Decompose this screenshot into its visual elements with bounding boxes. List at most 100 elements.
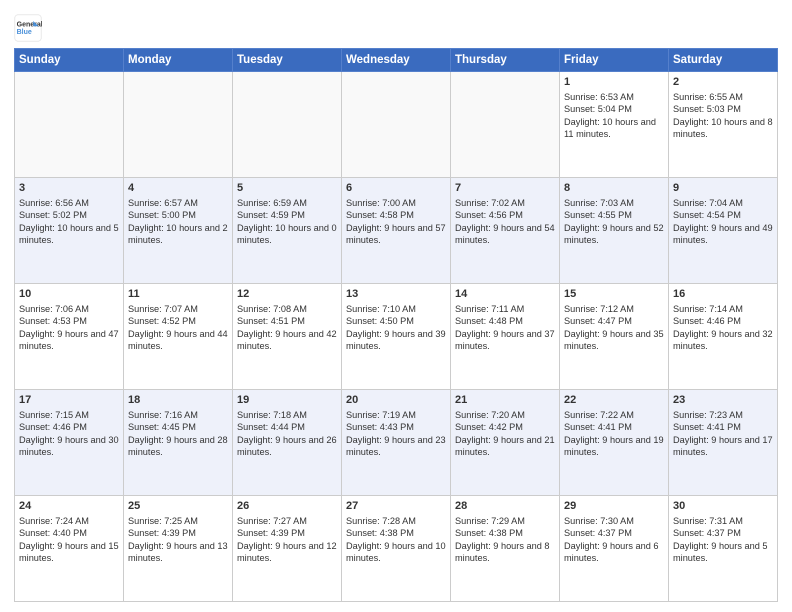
calendar-cell: 2 Sunrise: 6:55 AM Sunset: 5:03 PM Daylig… <box>669 72 778 178</box>
calendar-cell: 26 Sunrise: 7:27 AM Sunset: 4:39 PM Dayli… <box>233 496 342 602</box>
day-header-saturday: Saturday <box>669 49 778 72</box>
calendar-cell: 23 Sunrise: 7:23 AM Sunset: 4:41 PM Dayli… <box>669 390 778 496</box>
calendar-cell: 16 Sunrise: 7:14 AM Sunset: 4:46 PM Dayli… <box>669 284 778 390</box>
day-info: Sunrise: 7:00 AM Sunset: 4:58 PM Dayligh… <box>346 198 446 245</box>
calendar-cell: 4Sunrise: 6:57 AM Sunset: 5:00 PM Daylig… <box>124 178 233 284</box>
calendar-week-3: 10 Sunrise: 7:06 AM Sunset: 4:53 PM Dayli… <box>15 284 778 390</box>
calendar-table: SundayMondayTuesdayWednesdayThursdayFrid… <box>14 48 778 602</box>
day-header-tuesday: Tuesday <box>233 49 342 72</box>
svg-text:Blue: Blue <box>17 29 32 36</box>
calendar-header-row: SundayMondayTuesdayWednesdayThursdayFrid… <box>15 49 778 72</box>
day-number: 6 <box>346 181 446 196</box>
calendar-cell: 19Sunrise: 7:18 AM Sunset: 4:44 PM Dayli… <box>233 390 342 496</box>
day-info: Sunrise: 7:23 AM Sunset: 4:41 PM Dayligh… <box>673 410 773 457</box>
day-number: 16 <box>673 287 773 302</box>
calendar-cell: 11 Sunrise: 7:07 AM Sunset: 4:52 PM Dayli… <box>124 284 233 390</box>
calendar-cell: 9Sunrise: 7:04 AM Sunset: 4:54 PM Daylig… <box>669 178 778 284</box>
day-number: 8 <box>564 181 664 196</box>
day-number: 4 <box>128 181 228 196</box>
day-info: Sunrise: 7:15 AM Sunset: 4:46 PM Dayligh… <box>19 410 119 457</box>
day-info: Sunrise: 7:19 AM Sunset: 4:43 PM Dayligh… <box>346 410 446 457</box>
day-number: 5 <box>237 181 337 196</box>
calendar-cell <box>342 72 451 178</box>
day-info: Sunrise: 7:14 AM Sunset: 4:46 PM Dayligh… <box>673 304 773 351</box>
calendar-cell: 21Sunrise: 7:20 AM Sunset: 4:42 PM Dayli… <box>451 390 560 496</box>
day-info: Sunrise: 7:06 AM Sunset: 4:53 PM Dayligh… <box>19 304 119 351</box>
day-info: Sunrise: 7:11 AM Sunset: 4:48 PM Dayligh… <box>455 304 555 351</box>
day-info: Sunrise: 6:55 AM Sunset: 5:03 PM Dayligh… <box>673 92 773 139</box>
calendar-cell: 7 Sunrise: 7:02 AM Sunset: 4:56 PM Daylig… <box>451 178 560 284</box>
day-info: Sunrise: 7:03 AM Sunset: 4:55 PM Dayligh… <box>564 198 664 245</box>
calendar-cell: 25Sunrise: 7:25 AM Sunset: 4:39 PM Dayli… <box>124 496 233 602</box>
calendar-cell: 30Sunrise: 7:31 AM Sunset: 4:37 PM Dayli… <box>669 496 778 602</box>
day-number: 15 <box>564 287 664 302</box>
day-info: Sunrise: 6:59 AM Sunset: 4:59 PM Dayligh… <box>237 198 337 245</box>
calendar-cell: 10 Sunrise: 7:06 AM Sunset: 4:53 PM Dayli… <box>15 284 124 390</box>
logo: General Blue <box>14 14 46 42</box>
calendar-cell: 20 Sunrise: 7:19 AM Sunset: 4:43 PM Dayli… <box>342 390 451 496</box>
day-number: 2 <box>673 75 773 90</box>
calendar-cell: 29 Sunrise: 7:30 AM Sunset: 4:37 PM Dayli… <box>560 496 669 602</box>
day-info: Sunrise: 7:24 AM Sunset: 4:40 PM Dayligh… <box>19 516 119 563</box>
day-info: Sunrise: 7:02 AM Sunset: 4:56 PM Dayligh… <box>455 198 555 245</box>
day-header-thursday: Thursday <box>451 49 560 72</box>
day-info: Sunrise: 7:16 AM Sunset: 4:45 PM Dayligh… <box>128 410 228 457</box>
day-info: Sunrise: 7:10 AM Sunset: 4:50 PM Dayligh… <box>346 304 446 351</box>
day-number: 13 <box>346 287 446 302</box>
calendar-cell: 22Sunrise: 7:22 AM Sunset: 4:41 PM Dayli… <box>560 390 669 496</box>
calendar-cell <box>15 72 124 178</box>
day-info: Sunrise: 6:53 AM Sunset: 5:04 PM Dayligh… <box>564 92 656 139</box>
calendar-cell: 27 Sunrise: 7:28 AM Sunset: 4:38 PM Dayli… <box>342 496 451 602</box>
day-number: 9 <box>673 181 773 196</box>
day-info: Sunrise: 7:29 AM Sunset: 4:38 PM Dayligh… <box>455 516 550 563</box>
svg-text:General: General <box>17 21 42 28</box>
day-number: 10 <box>19 287 119 302</box>
calendar-week-5: 24 Sunrise: 7:24 AM Sunset: 4:40 PM Dayli… <box>15 496 778 602</box>
day-header-friday: Friday <box>560 49 669 72</box>
calendar-cell: 18 Sunrise: 7:16 AM Sunset: 4:45 PM Dayli… <box>124 390 233 496</box>
day-number: 3 <box>19 181 119 196</box>
page: General Blue SundayMondayTuesdayWednesda… <box>0 0 792 612</box>
day-number: 22 <box>564 393 664 408</box>
day-number: 18 <box>128 393 228 408</box>
day-number: 11 <box>128 287 228 302</box>
day-number: 29 <box>564 499 664 514</box>
day-header-sunday: Sunday <box>15 49 124 72</box>
day-info: Sunrise: 7:27 AM Sunset: 4:39 PM Dayligh… <box>237 516 337 563</box>
day-info: Sunrise: 7:30 AM Sunset: 4:37 PM Dayligh… <box>564 516 659 563</box>
calendar-cell: 17Sunrise: 7:15 AM Sunset: 4:46 PM Dayli… <box>15 390 124 496</box>
calendar-cell: 28 Sunrise: 7:29 AM Sunset: 4:38 PM Dayli… <box>451 496 560 602</box>
day-number: 27 <box>346 499 446 514</box>
calendar-week-2: 3Sunrise: 6:56 AM Sunset: 5:02 PM Daylig… <box>15 178 778 284</box>
logo-icon: General Blue <box>14 14 42 42</box>
day-number: 20 <box>346 393 446 408</box>
calendar-cell: 24 Sunrise: 7:24 AM Sunset: 4:40 PM Dayli… <box>15 496 124 602</box>
day-number: 1 <box>564 75 664 90</box>
calendar-cell: 14Sunrise: 7:11 AM Sunset: 4:48 PM Dayli… <box>451 284 560 390</box>
header: General Blue <box>14 10 778 42</box>
day-number: 28 <box>455 499 555 514</box>
day-number: 7 <box>455 181 555 196</box>
day-info: Sunrise: 7:28 AM Sunset: 4:38 PM Dayligh… <box>346 516 446 563</box>
calendar-cell: 1 Sunrise: 6:53 AM Sunset: 5:04 PM Daylig… <box>560 72 669 178</box>
calendar-cell: 6 Sunrise: 7:00 AM Sunset: 4:58 PM Daylig… <box>342 178 451 284</box>
day-info: Sunrise: 7:07 AM Sunset: 4:52 PM Dayligh… <box>128 304 228 351</box>
day-number: 24 <box>19 499 119 514</box>
day-info: Sunrise: 7:08 AM Sunset: 4:51 PM Dayligh… <box>237 304 337 351</box>
day-number: 25 <box>128 499 228 514</box>
calendar-week-1: 1 Sunrise: 6:53 AM Sunset: 5:04 PM Daylig… <box>15 72 778 178</box>
day-info: Sunrise: 7:12 AM Sunset: 4:47 PM Dayligh… <box>564 304 664 351</box>
day-number: 30 <box>673 499 773 514</box>
calendar-cell: 8 Sunrise: 7:03 AM Sunset: 4:55 PM Daylig… <box>560 178 669 284</box>
calendar-cell: 12Sunrise: 7:08 AM Sunset: 4:51 PM Dayli… <box>233 284 342 390</box>
calendar-cell <box>124 72 233 178</box>
calendar-week-4: 17Sunrise: 7:15 AM Sunset: 4:46 PM Dayli… <box>15 390 778 496</box>
day-number: 23 <box>673 393 773 408</box>
day-header-monday: Monday <box>124 49 233 72</box>
calendar-cell: 13 Sunrise: 7:10 AM Sunset: 4:50 PM Dayli… <box>342 284 451 390</box>
calendar-cell <box>233 72 342 178</box>
day-header-wednesday: Wednesday <box>342 49 451 72</box>
day-number: 26 <box>237 499 337 514</box>
calendar-cell: 5 Sunrise: 6:59 AM Sunset: 4:59 PM Daylig… <box>233 178 342 284</box>
calendar-cell: 15 Sunrise: 7:12 AM Sunset: 4:47 PM Dayli… <box>560 284 669 390</box>
